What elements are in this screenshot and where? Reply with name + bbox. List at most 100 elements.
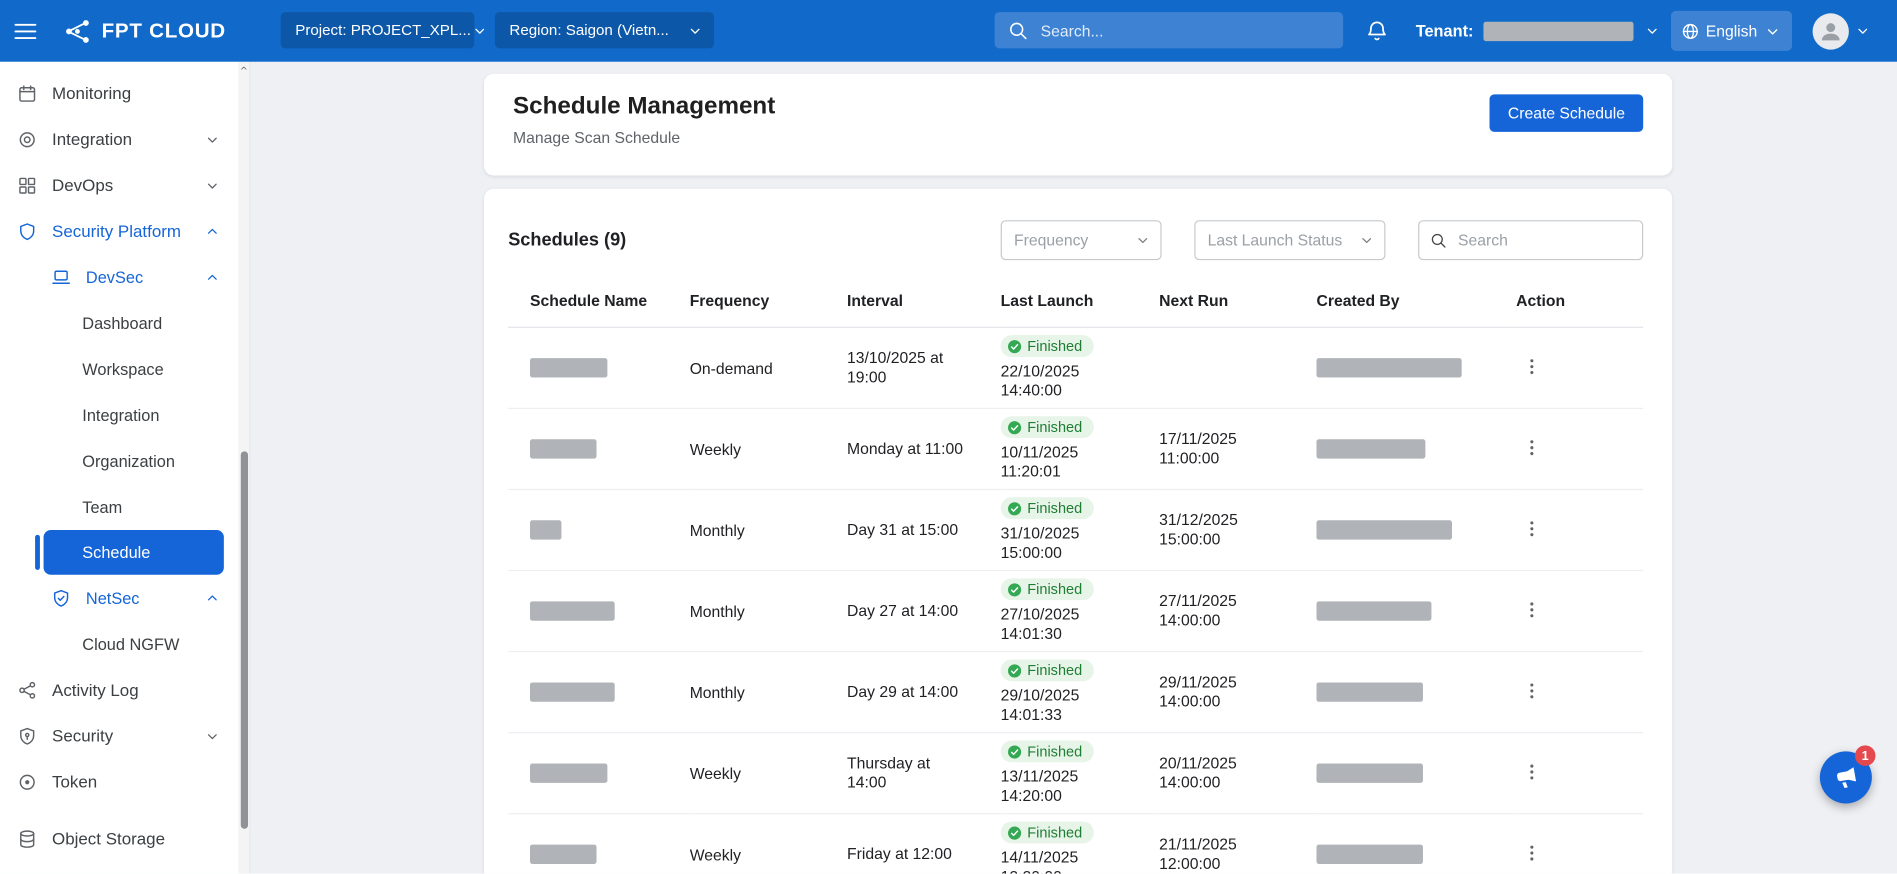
sidebar-item-organization[interactable]: Organization: [0, 438, 249, 484]
status-badge: Finished: [1001, 822, 1095, 844]
create-schedule-button[interactable]: Create Schedule: [1490, 94, 1643, 132]
row-actions-button[interactable]: [1516, 758, 1547, 788]
user-icon: [1817, 18, 1844, 45]
kebab-menu-icon: [1521, 517, 1543, 539]
created-by-cell: [1316, 408, 1516, 489]
created-by-redacted: [1316, 440, 1425, 459]
row-actions-button[interactable]: [1516, 515, 1547, 545]
kebab-menu-icon: [1521, 760, 1543, 782]
brand-text: FPT CLOUD: [102, 19, 226, 43]
chevron-down-icon: [200, 130, 224, 148]
sidebar-item-integration[interactable]: Integration: [0, 116, 249, 162]
table-search-input[interactable]: [1456, 230, 1633, 251]
account-menu[interactable]: [1813, 0, 1872, 62]
last-launch-status-filter[interactable]: Last Launch Status: [1194, 220, 1385, 260]
created-by-redacted: [1316, 845, 1422, 864]
sidebar-item-workspace[interactable]: Workspace: [0, 346, 249, 392]
avatar: [1813, 13, 1849, 49]
schedule-name-cell: [508, 327, 690, 408]
sidebar-item-object-storage[interactable]: Object Storage: [0, 816, 249, 862]
sidebar-item-activity-log[interactable]: Activity Log: [0, 667, 249, 713]
global-search-input[interactable]: [1038, 20, 1331, 41]
status-label: Finished: [1027, 581, 1082, 598]
frequency-filter[interactable]: Frequency: [1001, 220, 1162, 260]
next-run-value: 21/11/2025 12:00:00: [1159, 835, 1270, 874]
menu-icon: [12, 18, 39, 45]
created-by-redacted: [1316, 359, 1461, 378]
table-filters: Frequency Last Launch Status: [1001, 220, 1644, 260]
schedule-name-cell: [508, 489, 690, 570]
sidebar-item-label: Object Storage: [52, 829, 237, 848]
column-header-schedule-name: Schedule Name: [508, 282, 690, 327]
project-selector[interactable]: Project: PROJECT_XPL...: [281, 12, 475, 48]
schedule-table-body: On-demand13/10/2025 at 19:00Finished22/1…: [508, 327, 1643, 873]
sidebar-item-label: Security: [52, 726, 195, 745]
integration-icon: [15, 129, 39, 150]
table-row: MonthlyDay 27 at 14:00Finished27/10/2025…: [508, 571, 1643, 652]
sidebar-item-team[interactable]: Team: [0, 484, 249, 530]
chevron-down-icon: [471, 21, 489, 39]
scroll-up-icon[interactable]: [238, 63, 249, 74]
check-circle-icon: [1007, 500, 1023, 516]
chevron-up-icon: [200, 222, 224, 240]
schedule-name-cell: [508, 814, 690, 874]
row-actions-button[interactable]: [1516, 677, 1547, 707]
sidebar-item-label: Schedule: [82, 543, 211, 561]
sidebar-item-schedule[interactable]: Schedule: [44, 530, 224, 575]
notifications-button[interactable]: [1365, 0, 1389, 62]
sidebar-item-security-platform[interactable]: Security Platform: [0, 208, 249, 254]
row-actions-button[interactable]: [1516, 353, 1547, 383]
sidebar-item-label: DevOps: [52, 175, 195, 194]
monitoring-icon: [15, 83, 39, 104]
next-run-cell: 31/12/2025 15:00:00: [1159, 489, 1316, 570]
created-by-cell: [1316, 814, 1516, 874]
sidebar-scrollbar-thumb[interactable]: [240, 451, 247, 829]
schedules-count-title: Schedules (9): [508, 230, 626, 251]
frequency-cell: On-demand: [690, 327, 847, 408]
table-row: WeeklyThursday at 14:00Finished13/11/202…: [508, 733, 1643, 814]
brand-logo[interactable]: FPT CLOUD: [63, 0, 226, 62]
interval-cell: 13/10/2025 at 19:00: [847, 327, 1001, 408]
netsec-icon: [48, 587, 72, 608]
sidebar-item-dashboard[interactable]: Dashboard: [0, 300, 249, 346]
sidebar-item-monitoring[interactable]: Monitoring: [0, 70, 249, 116]
top-navbar: FPT CLOUD Project: PROJECT_XPL... Region…: [0, 0, 1897, 62]
sidebar-scrollbar[interactable]: [238, 62, 249, 874]
column-header-frequency: Frequency: [690, 282, 847, 327]
kebab-menu-icon: [1521, 355, 1543, 377]
table-row: MonthlyDay 29 at 14:00Finished29/10/2025…: [508, 652, 1643, 733]
created-by-cell: [1316, 652, 1516, 733]
sidebar-item-token[interactable]: Token: [0, 759, 249, 805]
region-selector[interactable]: Region: Saigon (Vietn...: [495, 12, 714, 48]
sidebar-item-netsec[interactable]: NetSec: [0, 575, 249, 621]
check-circle-icon: [1007, 825, 1023, 841]
last-launch-value: 14/11/2025 12:20:00: [1001, 848, 1112, 874]
status-filter-placeholder: Last Launch Status: [1208, 231, 1343, 249]
sidebar-item-devops[interactable]: DevOps: [0, 162, 249, 208]
row-actions-button[interactable]: [1516, 596, 1547, 626]
language-selector[interactable]: English: [1671, 11, 1792, 51]
action-cell: [1516, 489, 1643, 570]
sidebar-nav: MonitoringIntegrationDevOpsSecurity Plat…: [0, 70, 249, 861]
last-launch-value: 10/11/2025 11:20:01: [1001, 442, 1112, 481]
announcements-fab[interactable]: 1: [1820, 751, 1872, 803]
last-launch-cell: Finished22/10/2025 14:40:00: [1001, 327, 1160, 408]
interval-value: Thursday at 14:00: [847, 754, 968, 793]
sidebar-item-security[interactable]: Security: [0, 713, 249, 759]
frequency-value: Monthly: [690, 521, 745, 539]
devops-icon: [15, 175, 39, 196]
fpt-cloud-logo-icon: [63, 16, 92, 45]
action-cell: [1516, 652, 1643, 733]
tenant-selector[interactable]: Tenant:: [1416, 0, 1661, 62]
sidebar-item-cloud-ngfw[interactable]: Cloud NGFW: [0, 621, 249, 667]
global-search: [995, 12, 1343, 48]
check-circle-icon: [1007, 581, 1023, 597]
sidebar-item-integration[interactable]: Integration: [0, 392, 249, 438]
menu-button[interactable]: [12, 0, 39, 62]
table-row: MonthlyDay 31 at 15:00Finished31/10/2025…: [508, 489, 1643, 570]
last-launch-cell: Finished31/10/2025 15:00:00: [1001, 489, 1160, 570]
sidebar-item-devsec[interactable]: DevSec: [0, 254, 249, 300]
row-actions-button[interactable]: [1516, 839, 1547, 869]
sidebar-item-label: Dashboard: [82, 314, 237, 332]
row-actions-button[interactable]: [1516, 434, 1547, 464]
